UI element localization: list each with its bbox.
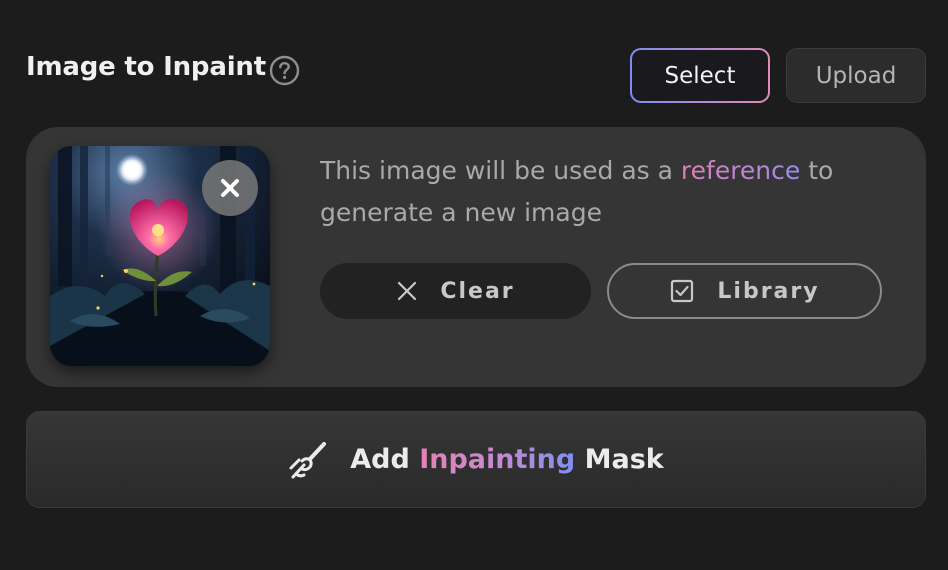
library-button-label: Library: [717, 278, 820, 304]
select-button[interactable]: Select: [630, 48, 770, 103]
clear-button-label: Clear: [440, 278, 515, 304]
section-title: Image to Inpaint: [26, 52, 266, 82]
library-button[interactable]: Library: [607, 263, 882, 319]
reference-highlight: reference: [680, 156, 801, 185]
select-button-label: Select: [632, 50, 768, 101]
mask-label-start: Add: [350, 444, 420, 475]
checkbox-icon: [671, 279, 694, 303]
x-icon: [398, 281, 417, 301]
help-icon[interactable]: [269, 55, 300, 86]
close-icon: [221, 179, 239, 197]
brush-icon: [289, 441, 327, 478]
add-mask-label: Add Inpainting Mask: [350, 444, 663, 475]
remove-image-button[interactable]: [202, 160, 258, 216]
add-inpainting-mask-button[interactable]: Add Inpainting Mask: [26, 411, 926, 508]
clear-button[interactable]: Clear: [320, 263, 591, 319]
mask-label-highlight: Inpainting: [419, 444, 576, 475]
inpaint-panel: Image to Inpaint Select Upload This imag…: [0, 0, 948, 570]
mask-label-end: Mask: [575, 444, 664, 475]
description-text-start: This image will be used as a: [320, 156, 681, 185]
upload-button[interactable]: Upload: [786, 48, 926, 103]
reference-description: This image will be used as a reference t…: [320, 150, 905, 234]
